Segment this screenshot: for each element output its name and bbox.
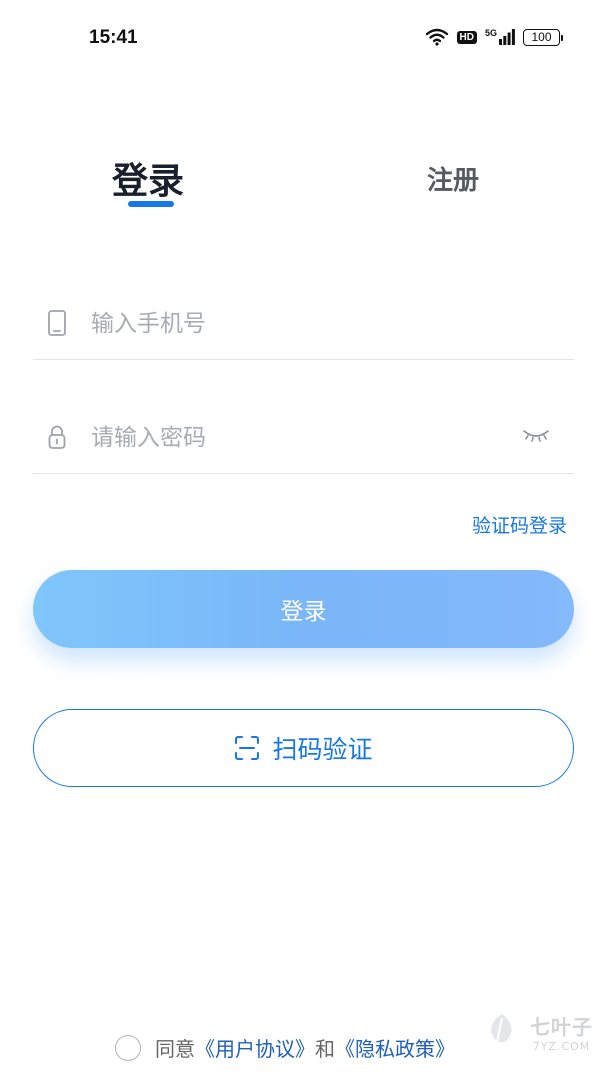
tab-login[interactable]: 登录 xyxy=(112,152,184,204)
battery-icon: 100 xyxy=(523,28,563,46)
leaf-logo-icon xyxy=(491,1014,512,1049)
watermark-name: 七叶子 xyxy=(530,1015,593,1039)
status-icons: HD 5G 100 xyxy=(425,28,563,46)
network-type: 5G xyxy=(484,28,497,38)
phone-field xyxy=(33,300,574,360)
watermark-text: 七叶子 7YZ.COM xyxy=(530,1011,593,1053)
watermark: 七叶子 7YZ.COM xyxy=(480,1010,593,1054)
tab-register[interactable]: 注册 xyxy=(427,160,479,197)
scan-verify-label: 扫码验证 xyxy=(272,735,373,764)
signal-icon: 5G xyxy=(485,29,515,45)
eye-closed-icon[interactable] xyxy=(522,426,550,444)
password-input[interactable] xyxy=(91,420,511,456)
privacy-policy-link[interactable]: 《隐私政策》 xyxy=(335,1033,455,1062)
lock-icon xyxy=(48,425,66,449)
hd-icon: HD xyxy=(456,30,477,44)
signal-bars-icon xyxy=(499,29,515,45)
user-agreement-link[interactable]: 《用户协议》 xyxy=(195,1033,315,1062)
phone-icon xyxy=(48,310,66,336)
agree-text: 同意 xyxy=(155,1037,195,1061)
agreement-checkbox[interactable] xyxy=(115,1034,141,1061)
status-time: 15:41 xyxy=(89,27,138,48)
status-bar: 15:41 HD 5G 100 xyxy=(0,0,607,80)
scan-icon xyxy=(235,736,260,760)
code-login-link[interactable]: 验证码登录 xyxy=(472,511,567,538)
phone-input[interactable] xyxy=(91,306,511,342)
login-button[interactable]: 登录 xyxy=(33,570,574,648)
tab-active-indicator xyxy=(128,201,174,207)
wifi-icon xyxy=(425,28,448,46)
auth-tabs: 登录 注册 xyxy=(0,150,607,220)
agreement-row: 同意 《用户协议》 和 《隐私政策》 xyxy=(115,1033,455,1062)
watermark-domain: 7YZ.COM xyxy=(532,1040,591,1053)
and-text: 和 xyxy=(315,1037,335,1061)
scan-verify-button[interactable]: 扫码验证 xyxy=(33,709,574,787)
password-field xyxy=(33,414,574,474)
